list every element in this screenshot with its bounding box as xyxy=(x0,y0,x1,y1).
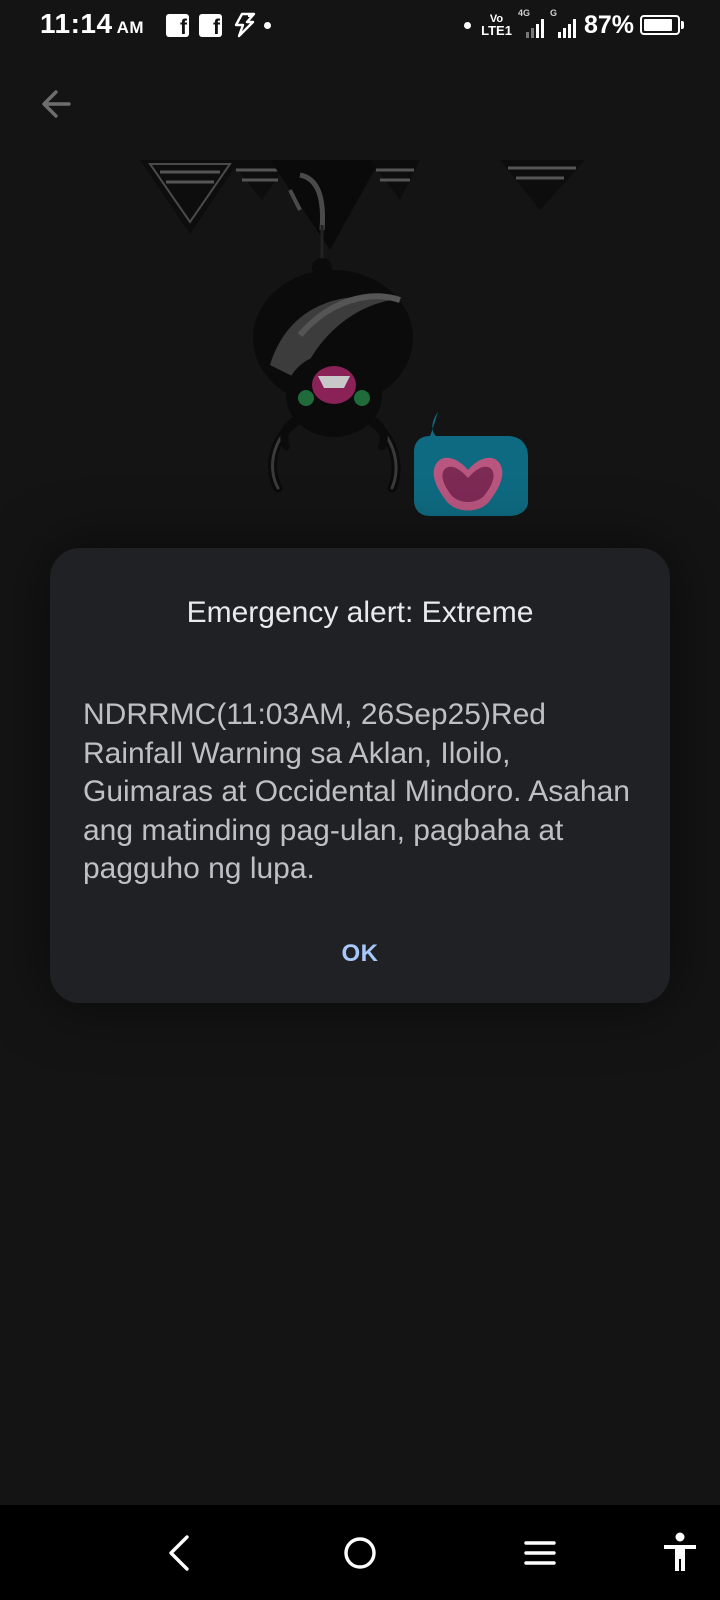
dialog-title: Emergency alert: Extreme xyxy=(186,596,534,629)
nav-accessibility-button[interactable] xyxy=(654,1527,706,1579)
spider xyxy=(253,270,413,493)
ok-button[interactable]: OK xyxy=(310,930,410,978)
navigation-bar xyxy=(0,1505,720,1600)
emergency-alert-dialog: Emergency alert: Extreme NDRRMC(11:03AM,… xyxy=(50,548,670,1003)
nav-home-button[interactable] xyxy=(334,1527,386,1579)
recents-icon xyxy=(524,1541,556,1565)
nav-recents-button[interactable] xyxy=(514,1527,566,1579)
spider-illustration xyxy=(140,160,585,516)
accessibility-icon xyxy=(664,1532,696,1571)
alert-screen: 11:14 AM f f Vo LTE1 4G G 87% Emergency … xyxy=(0,0,720,1505)
back-icon xyxy=(169,1535,189,1571)
alert-message: NDRRMC(11:03AM, 26Sep25)Red Rainfall War… xyxy=(83,698,630,885)
nav-back-button[interactable] xyxy=(153,1527,205,1579)
bunting-decoration xyxy=(140,160,585,250)
heart-bubble xyxy=(414,412,528,516)
home-icon xyxy=(344,1537,376,1569)
